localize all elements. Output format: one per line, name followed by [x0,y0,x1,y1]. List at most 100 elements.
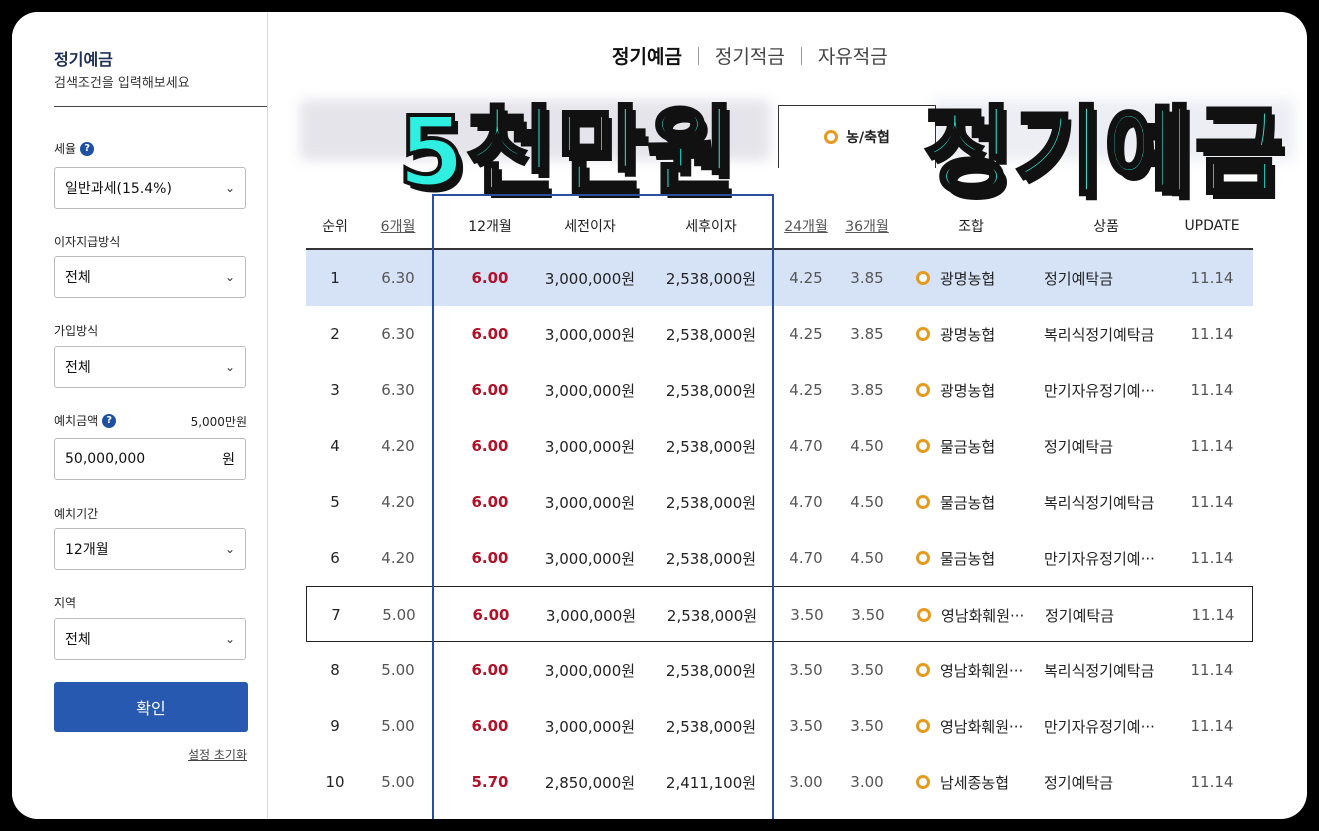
interest-select-value: 전체 [65,270,91,286]
cell-m12: 6.00 [471,269,509,287]
cell-bank[interactable]: 광명농협 [916,250,1034,306]
cell-m6: 4.20 [381,549,415,567]
table-row[interactable]: 6 4.20 6.00 3,000,000원 2,538,000원 4.70 4.50 물금농… [306,530,1253,586]
tax-select-value: 일반과세(15.4%) [65,181,172,197]
cell-product[interactable]: 만기자유정기예··· [1044,530,1172,586]
cell-product[interactable]: 정기예탁금 [1045,587,1173,643]
app-frame: 정기예금 검색조건을 입력해보세요 세율 ? 일반과세(15.4%) ⌄ 이자지… [12,12,1307,819]
cell-m6: 6.30 [381,381,415,399]
header-36m[interactable]: 36개월 [842,204,892,248]
table-row[interactable]: 5 4.20 6.00 3,000,000원 2,538,000원 4.70 4.50 물금농… [306,474,1253,530]
search-sidebar: 정기예금 검색조건을 입력해보세요 세율 ? 일반과세(15.4%) ⌄ 이자지… [12,12,268,819]
cell-bank[interactable]: 물금농협 [916,418,1034,474]
cell-rank: 5 [330,493,340,511]
cell-pre: 3,000,000원 [544,325,636,344]
cell-product[interactable]: 복리식정기예탁금 [1044,474,1172,530]
help-icon[interactable]: ? [80,141,95,156]
coin-icon [824,130,839,144]
amount-label-text: 예치금액 [54,414,99,428]
cell-bank[interactable]: 광명농협 [916,362,1034,418]
table-row[interactable]: 3 6.30 6.00 3,000,000원 2,538,000원 4.25 3.85 광명농… [306,362,1253,418]
cell-rank: 9 [330,717,340,735]
overlay-caption-right: 정기예금 [922,94,1286,210]
cell-m36: 3.00 [850,773,884,791]
cell-update: 11.14 [1191,606,1235,624]
cell-product[interactable]: 만기자유정기예··· [1044,698,1172,754]
cell-m12: 6.00 [471,661,509,679]
header-24m[interactable]: 24개월 [782,204,830,248]
cell-product[interactable]: 복리식정기예탁금 [1044,642,1172,698]
table-row[interactable]: 8 5.00 6.00 3,000,000원 2,538,000원 3.50 3.50 영남화… [306,642,1253,698]
table-row[interactable]: 1 6.30 6.00 3,000,000원 2,538,000원 4.25 3.85 광명농… [306,250,1253,306]
cell-pre: 3,000,000원 [544,661,636,680]
interest-select[interactable]: 전체 ⌄ [54,256,246,298]
chevron-down-icon: ⌄ [224,632,235,646]
tab-free-installment[interactable]: 자유적금 [818,42,888,69]
cell-bank[interactable]: 영남화훼원··· [916,642,1034,698]
tax-select[interactable]: 일반과세(15.4%) ⌄ [54,167,246,209]
bank-name: 물금농협 [940,493,996,512]
tab-divider [800,46,802,65]
product-tabs: 정기예금 정기적금 자유적금 [612,42,888,69]
cell-bank[interactable]: 남세종농협 [916,754,1034,810]
tab-installment[interactable]: 정기적금 [715,42,785,69]
period-label: 예치기간 [54,507,99,521]
coin-icon [916,327,930,341]
cell-m24: 4.70 [789,493,823,511]
cell-bank[interactable]: 영남화훼원··· [917,587,1035,643]
cell-rank: 6 [330,549,340,567]
table-row[interactable]: 4 4.20 6.00 3,000,000원 2,538,000원 4.70 4.50 물금농… [306,418,1253,474]
cell-bank[interactable]: 영남화훼원··· [916,698,1034,754]
cell-update: 11.14 [1190,269,1234,287]
cell-m36: 3.85 [850,325,884,343]
bank-name: 영남화훼원··· [940,661,1024,680]
cell-product[interactable]: 정기예탁금 [1044,754,1172,810]
cell-bank[interactable]: 광명농협 [916,306,1034,362]
cell-post: 2,538,000원 [665,549,757,568]
cell-update: 11.14 [1190,325,1234,343]
period-select[interactable]: 12개월 ⌄ [54,528,246,570]
table-row[interactable]: 9 5.00 6.00 3,000,000원 2,538,000원 3.50 3.50 영남화… [306,698,1253,754]
cell-update: 11.14 [1190,493,1234,511]
tab-deposit[interactable]: 정기예금 [612,42,682,69]
tab-divider [697,46,699,65]
amount-input[interactable]: 50,000,000 원 [54,438,246,480]
join-label: 가입방식 [54,324,99,338]
bank-name: 물금농협 [940,437,996,456]
cell-rank: 3 [330,381,340,399]
table-row[interactable]: 7 5.00 6.00 3,000,000원 2,538,000원 3.50 3.50 영남화… [306,586,1253,642]
cell-m6: 5.00 [381,773,415,791]
cell-product[interactable]: 만기자유정기예··· [1044,362,1172,418]
cell-rank: 10 [325,773,345,791]
cell-update: 11.14 [1190,549,1234,567]
amount-unit: 원 [222,452,235,468]
confirm-button[interactable]: 확인 [54,682,248,732]
cell-product[interactable]: 복리식정기예탁금 [1044,306,1172,362]
region-select[interactable]: 전체 ⌄ [54,618,246,660]
cell-product[interactable]: 정기예탁금 [1044,250,1172,306]
cell-m12: 6.00 [471,381,509,399]
cell-m6: 4.20 [381,493,415,511]
reset-link[interactable]: 설정 초기화 [188,746,247,763]
header-6m[interactable]: 6개월 [368,204,428,248]
table-row[interactable]: 10 5.00 5.70 2,850,000원 2,411,100원 3.00 3.00 남세… [306,754,1253,810]
help-icon[interactable]: ? [102,413,117,428]
cell-pre: 3,000,000원 [544,381,636,400]
cell-pre: 3,000,000원 [545,606,637,625]
bank-name: 물금농협 [940,549,996,568]
sidebar-divider [54,106,267,107]
cell-m24: 4.25 [789,325,823,343]
header-bank: 조합 [958,219,984,235]
cell-bank[interactable]: 물금농협 [916,530,1034,586]
cell-product[interactable]: 정기예탁금 [1044,418,1172,474]
cell-post: 2,538,000원 [665,269,757,288]
cell-post: 2,538,000원 [665,325,757,344]
table-row[interactable]: 2 6.30 6.00 3,000,000원 2,538,000원 4.25 3.85 광명농… [306,306,1253,362]
cell-post: 2,538,000원 [665,437,757,456]
amount-label: 예치금액 ? [54,412,117,429]
cell-update: 11.14 [1190,717,1234,735]
join-select[interactable]: 전체 ⌄ [54,346,246,388]
cell-bank[interactable]: 물금농협 [916,474,1034,530]
tab-nonghyup[interactable]: 농/축협 [778,105,936,168]
amount-input-value: 50,000,000 [65,451,146,467]
